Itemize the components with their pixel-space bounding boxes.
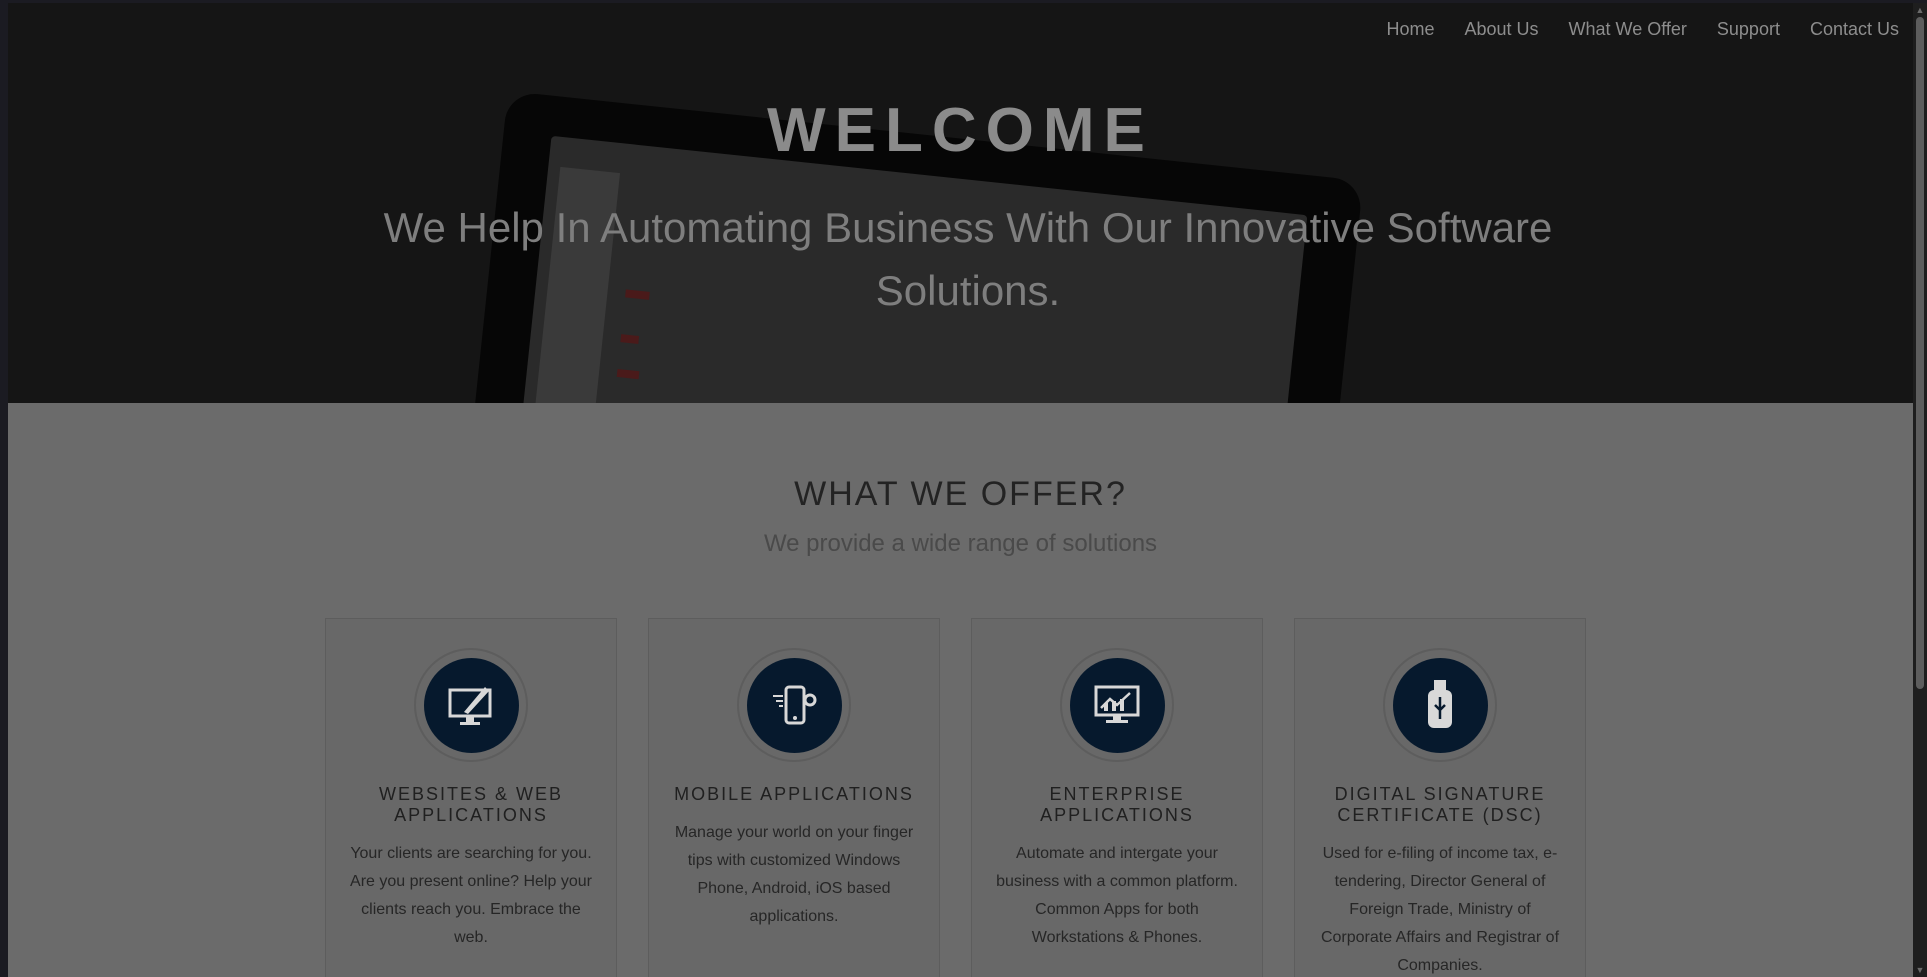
icon-ring — [1060, 648, 1174, 762]
main-nav: Home About Us What We Offer Support Cont… — [1386, 19, 1899, 40]
hero-subtitle: We Help In Automating Business With Our … — [383, 204, 1553, 314]
vertical-scrollbar[interactable]: ▲ ▼ — [1913, 3, 1927, 977]
offer-card-enterprise: ENTERPRISE APPLICATIONS Automate and int… — [971, 618, 1263, 977]
offer-card-title: WEBSITES & WEB APPLICATIONS — [378, 784, 564, 825]
hero-title: WELCOME — [767, 96, 1154, 165]
monitor-screen-bar — [616, 368, 640, 380]
offer-card-text: Your clients are searching for you. Are … — [350, 845, 592, 946]
offer-cards: WEBSITES & WEB APPLICATIONS Your clients… — [325, 618, 1586, 977]
icon-ring — [737, 648, 851, 762]
offer-card-web: WEBSITES & WEB APPLICATIONS Your clients… — [325, 618, 617, 977]
scrollbar-thumb[interactable] — [1916, 17, 1924, 689]
icon-ring — [414, 648, 528, 762]
nav-what-we-offer[interactable]: What We Offer — [1569, 19, 1687, 40]
nav-support[interactable]: Support — [1717, 19, 1780, 40]
offer-section-title: WHAT WE OFFER? — [794, 475, 1127, 513]
hero-banner: Home About Us What We Offer Support Cont… — [8, 3, 1913, 403]
nav-contact-us[interactable]: Contact Us — [1810, 19, 1899, 40]
scroll-up-arrow-icon[interactable]: ▲ — [1915, 5, 1925, 15]
offer-card-dsc: DIGITAL SIGNATURE CERTIFICATE (DSC) Used… — [1294, 618, 1586, 977]
analytics-monitor-icon — [1069, 657, 1165, 753]
nav-about-us[interactable]: About Us — [1464, 19, 1538, 40]
offer-section-subtitle: We provide a wide range of solutions — [763, 530, 1158, 557]
mobile-settings-icon — [746, 657, 842, 753]
offer-card-title: ENTERPRISE APPLICATIONS — [1040, 784, 1194, 825]
offer-card-title: MOBILE APPLICATIONS — [674, 784, 914, 804]
icon-ring — [1383, 648, 1497, 762]
offer-card-text: Automate and intergate your business wit… — [996, 845, 1238, 946]
offer-card-text: Manage your world on your finger tips wi… — [674, 824, 914, 925]
offer-card-text: Used for e-filing of income tax, e-tende… — [1320, 845, 1560, 974]
page-viewport: Home About Us What We Offer Support Cont… — [8, 3, 1913, 977]
scroll-down-arrow-icon[interactable]: ▼ — [1915, 965, 1925, 975]
offer-card-title: DIGITAL SIGNATURE CERTIFICATE (DSC) — [1334, 784, 1546, 825]
nav-home[interactable]: Home — [1386, 19, 1434, 40]
usb-token-icon — [1392, 657, 1488, 753]
offer-card-mobile: MOBILE APPLICATIONS Manage your world on… — [648, 618, 940, 977]
monitor-pen-icon — [423, 657, 519, 753]
monitor-screen-bar — [620, 334, 640, 345]
